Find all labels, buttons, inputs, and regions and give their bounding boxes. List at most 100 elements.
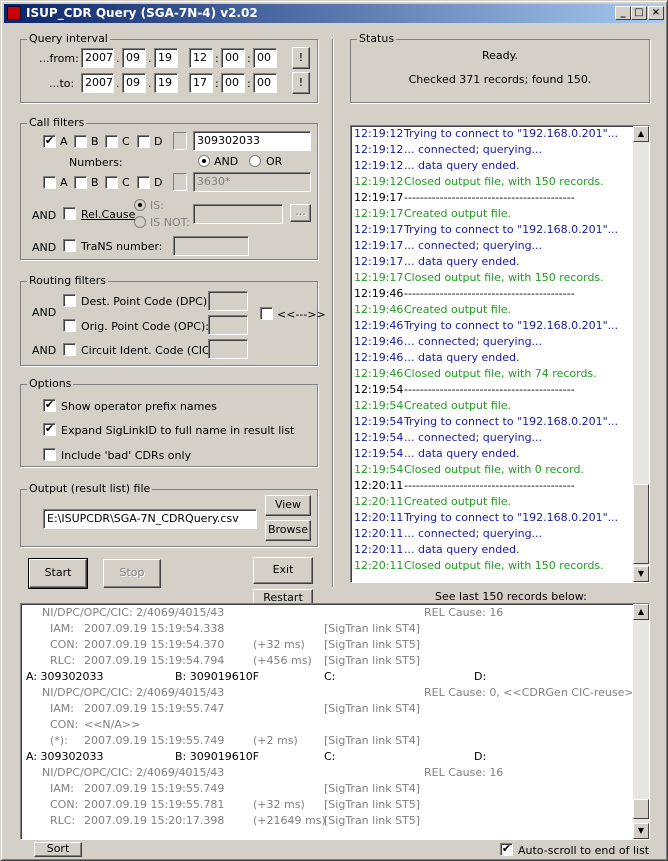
filter2-a-checkbox[interactable] [43,176,56,189]
or-radio[interactable] [249,155,261,167]
trans-checkbox[interactable] [63,239,76,252]
number1-negate-toggle[interactable] [173,132,187,150]
results-list[interactable]: NI/DPC/OPC/CIC: 2/4069/4015/43 REL Cause:… [20,603,650,840]
result-row[interactable]: NI/DPC/OPC/CIC: 2/4069/4015/43 REL Cause:… [24,766,624,782]
log-entry[interactable]: 12:20:11... connected; querying... [354,527,542,543]
results-scrollbar[interactable]: ▲ ▼ [633,604,649,839]
log-entry[interactable]: 12:19:17Trying to connect to "192.168.0.… [354,223,618,239]
log-entry[interactable]: 12:19:54Trying to connect to "192.168.0.… [354,415,618,431]
show-prefix-checkbox[interactable]: ✔ [43,399,56,412]
log-entry[interactable]: 12:19:12... connected; querying... [354,143,542,159]
result-row[interactable]: (*): 2007.09.19 15:19:55.749 (+2 ms) [SigTr… [24,734,624,750]
scroll-up-icon[interactable]: ▲ [633,126,649,142]
stop-button[interactable]: Stop [103,559,161,588]
from-now-button[interactable]: ! [292,47,310,69]
minimize-button[interactable]: _ [615,6,631,20]
result-row[interactable]: NI/DPC/OPC/CIC: 2/4069/4015/43 REL Cause:… [24,686,632,702]
log-entry[interactable]: 12:19:54... connected; querying... [354,431,542,447]
log-entry[interactable]: 12:19:54--------------------------------… [354,383,575,399]
number2-negate-toggle[interactable] [173,173,187,191]
scroll-down-icon[interactable]: ▼ [633,823,649,839]
result-row[interactable]: RLC: 2007.09.19 15:20:17.398 (+21649 ms) [S… [24,814,624,830]
app-icon[interactable] [7,6,21,20]
result-row[interactable]: A: 309302033 B: 309019610F C: D: [24,670,624,686]
result-row[interactable]: CON: <<N/A>> [24,718,624,734]
log-entry[interactable]: 12:19:46Trying to connect to "192.168.0.… [354,319,618,335]
log-entry[interactable]: 12:20:11Closed output file, with 150 rec… [354,559,604,575]
log-entry[interactable]: 12:19:17Closed output file, with 150 rec… [354,271,604,287]
close-button[interactable]: × [648,6,664,20]
filter2-b-checkbox[interactable] [74,176,87,189]
log-entry[interactable]: 12:19:54... data query ended. [354,447,519,463]
result-row[interactable]: A: 309302033 B: 309019610F C: D: [24,750,624,766]
log-entry[interactable]: 12:19:12Closed output file, with 150 rec… [354,175,604,191]
filter-d-checkbox[interactable] [137,135,150,148]
log-entry[interactable]: 12:20:11... data query ended. [354,543,519,559]
number1-input[interactable]: 309302033 [193,131,311,151]
filter2-d-checkbox[interactable] [137,176,150,189]
filter-c-checkbox[interactable] [105,135,118,148]
result-row[interactable]: IAM: 2007.09.19 15:19:55.749 [SigTran link… [24,782,624,798]
is-radio[interactable] [134,199,146,211]
log-entry[interactable]: 12:19:54Closed output file, with 0 recor… [354,463,584,479]
dpc-checkbox[interactable] [63,294,76,307]
view-button[interactable]: View [265,495,311,516]
log-entry[interactable]: 12:19:46--------------------------------… [354,287,575,303]
result-row[interactable]: NI/DPC/OPC/CIC: 2/4069/4015/43 REL Cause:… [24,606,624,622]
log-scrollbar[interactable]: ▲ ▼ [633,126,649,582]
to-minute-input[interactable]: 00 [221,73,245,93]
result-row[interactable]: IAM: 2007.09.19 15:19:54.338 [SigTran link… [24,622,624,638]
scroll-thumb[interactable] [633,799,649,819]
scroll-down-icon[interactable]: ▼ [633,566,649,582]
filter2-c-checkbox[interactable] [105,176,118,189]
log-entry[interactable]: 12:19:46Created output file. [354,303,511,319]
filter-b-checkbox[interactable] [74,135,87,148]
opc-input[interactable] [208,315,248,335]
log-entry[interactable]: 12:19:46... connected; querying... [354,335,542,351]
log-entry[interactable]: 12:19:17--------------------------------… [354,191,575,207]
from-second-input[interactable]: 00 [253,48,277,68]
from-minute-input[interactable]: 00 [221,48,245,68]
to-day-input[interactable]: 19 [154,73,178,93]
log-entry[interactable]: 12:19:17Created output file. [354,207,511,223]
and-radio[interactable] [198,155,210,167]
log-entry[interactable]: 12:19:17... connected; querying... [354,239,542,255]
number2-input[interactable]: 3630* [193,172,311,192]
start-button[interactable]: Start [28,558,88,589]
log-entry[interactable]: 12:19:17... data query ended. [354,255,519,271]
browse-button[interactable]: Browse [265,520,311,541]
to-hour-input[interactable]: 17 [189,73,213,93]
trans-input[interactable] [173,236,249,256]
to-now-button[interactable]: ! [292,72,310,94]
to-month-input[interactable]: 09 [122,73,146,93]
autoscroll-checkbox[interactable]: ✔ [500,843,513,856]
log-entry[interactable]: 12:19:46Closed output file, with 74 reco… [354,367,597,383]
scroll-up-icon[interactable]: ▲ [633,604,649,620]
filter-a-checkbox[interactable]: ✔ [43,135,56,148]
exit-button[interactable]: Exit [253,557,313,584]
output-path-input[interactable]: E:\ISUPCDR\SGA-7N_CDRQuery.csv [43,509,257,529]
sort-button[interactable]: Sort [34,842,82,857]
bad-cdrs-checkbox[interactable] [43,448,56,461]
cic-input[interactable] [208,339,248,359]
log-entry[interactable]: 12:19:46... data query ended. [354,351,519,367]
opc-checkbox[interactable] [63,319,76,332]
relcause-browse-button[interactable]: ... [290,204,311,222]
expand-siglink-checkbox[interactable]: ✔ [43,423,56,436]
relcause-checkbox[interactable] [63,207,76,220]
swap-checkbox[interactable] [260,307,273,320]
from-year-input[interactable]: 2007 [81,48,114,68]
log-list[interactable]: 12:19:12Trying to connect to "192.168.0.… [350,125,650,583]
log-entry[interactable]: 12:20:11Created output file. [354,495,511,511]
from-day-input[interactable]: 19 [154,48,178,68]
cic-checkbox[interactable] [63,343,76,356]
maximize-button[interactable]: □ [631,6,647,20]
result-row[interactable]: RLC: 2007.09.19 15:19:54.794 (+456 ms) [Sig… [24,654,624,670]
relcause-input[interactable] [193,204,283,224]
log-entry[interactable]: 12:20:11Trying to connect to "192.168.0.… [354,511,618,527]
log-entry[interactable]: 12:19:12Trying to connect to "192.168.0.… [354,127,618,143]
from-month-input[interactable]: 09 [122,48,146,68]
title-bar[interactable]: ISUP_CDR Query (SGA-7N-4) v2.02 _ □ × [4,4,664,23]
log-entry[interactable]: 12:19:54Created output file. [354,399,511,415]
result-row[interactable]: CON: 2007.09.19 15:19:54.370 (+32 ms) [SigT… [24,638,624,654]
